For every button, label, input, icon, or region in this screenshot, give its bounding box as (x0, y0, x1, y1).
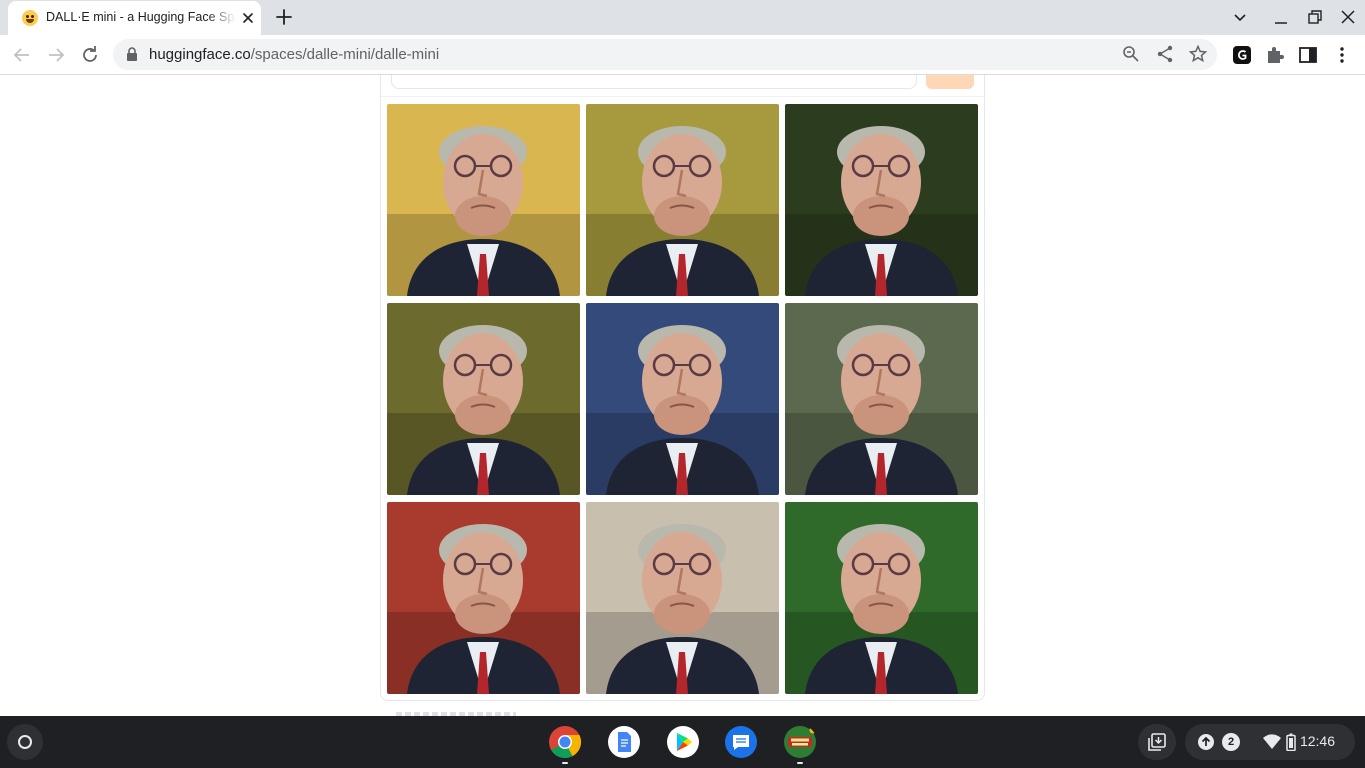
status-area[interactable]: 2 12:46 (1185, 724, 1355, 760)
address-bar[interactable]: huggingface.co/spaces/dalle-mini/dalle-m… (113, 39, 1217, 70)
minimize-icon[interactable] (1270, 6, 1292, 28)
portrait-image (387, 502, 580, 694)
browser-toolbar: huggingface.co/spaces/dalle-mini/dalle-m… (0, 35, 1365, 75)
running-indicator (797, 762, 803, 764)
share-icon[interactable] (1155, 44, 1175, 64)
browser-tab[interactable]: DALL·E mini - a Hugging Face Space by da… (8, 1, 261, 35)
messages-icon[interactable] (724, 725, 758, 759)
portrait-image (586, 502, 779, 694)
portrait-image (586, 303, 779, 495)
lock-icon[interactable] (125, 47, 139, 62)
forward-arrow-icon[interactable] (44, 43, 68, 67)
generated-image[interactable] (586, 104, 779, 296)
generated-image[interactable] (586, 502, 779, 694)
word-collect-icon[interactable] (783, 725, 817, 759)
portrait-image (785, 502, 978, 694)
reload-icon[interactable] (78, 43, 102, 67)
hugging-face-favicon-icon (22, 10, 38, 26)
generated-image[interactable] (387, 502, 580, 694)
chrome-icon[interactable] (548, 725, 582, 759)
battery-icon (1286, 733, 1296, 751)
panel-divider (381, 96, 984, 97)
portrait-image (785, 303, 978, 495)
generated-image[interactable] (387, 303, 580, 495)
google-play-icon[interactable] (666, 725, 700, 759)
tab-title: DALL·E mini - a Hugging Face Space by da… (46, 10, 236, 24)
url-text[interactable]: huggingface.co/spaces/dalle-mini/dalle-m… (149, 46, 439, 63)
page-viewport (0, 75, 1365, 716)
chrome-menu-icon[interactable] (1330, 43, 1354, 67)
portrait-image (785, 104, 978, 296)
generated-image[interactable] (785, 502, 978, 694)
close-tab-icon[interactable] (238, 8, 258, 28)
notification-count-badge: 2 (1222, 733, 1240, 751)
generated-image[interactable] (387, 104, 580, 296)
portrait-image (586, 104, 779, 296)
bookmark-star-icon[interactable] (1188, 44, 1208, 64)
zoom-icon[interactable] (1121, 44, 1141, 64)
google-docs-icon[interactable] (607, 725, 641, 759)
tab-strip: DALL·E mini - a Hugging Face Space by da… (0, 0, 1365, 35)
update-available-icon (1198, 734, 1214, 750)
holding-space-icon (1148, 733, 1166, 751)
portrait-image (387, 303, 580, 495)
wifi-icon (1263, 734, 1281, 749)
generated-image-gallery (387, 104, 979, 695)
back-arrow-icon[interactable] (10, 43, 34, 67)
new-tab-icon[interactable] (273, 6, 295, 28)
clock: 12:46 (1299, 733, 1335, 749)
chromeos-shelf: 2 12:46 (0, 716, 1365, 768)
holding-space-button[interactable] (1138, 724, 1176, 760)
restore-icon[interactable] (1304, 6, 1326, 28)
extension-grammarly-icon[interactable] (1230, 43, 1254, 67)
extensions-puzzle-icon[interactable] (1263, 43, 1287, 67)
generated-image[interactable] (785, 303, 978, 495)
generated-image[interactable] (586, 303, 779, 495)
running-indicator (562, 762, 568, 764)
generated-image[interactable] (785, 104, 978, 296)
prompt-input[interactable] (391, 75, 917, 89)
portrait-image (387, 104, 580, 296)
side-panel-icon[interactable] (1296, 43, 1320, 67)
tab-search-chevron-icon[interactable] (1229, 6, 1251, 28)
close-window-icon[interactable] (1337, 6, 1359, 28)
launcher-button[interactable] (7, 724, 43, 760)
run-button[interactable] (926, 75, 974, 89)
